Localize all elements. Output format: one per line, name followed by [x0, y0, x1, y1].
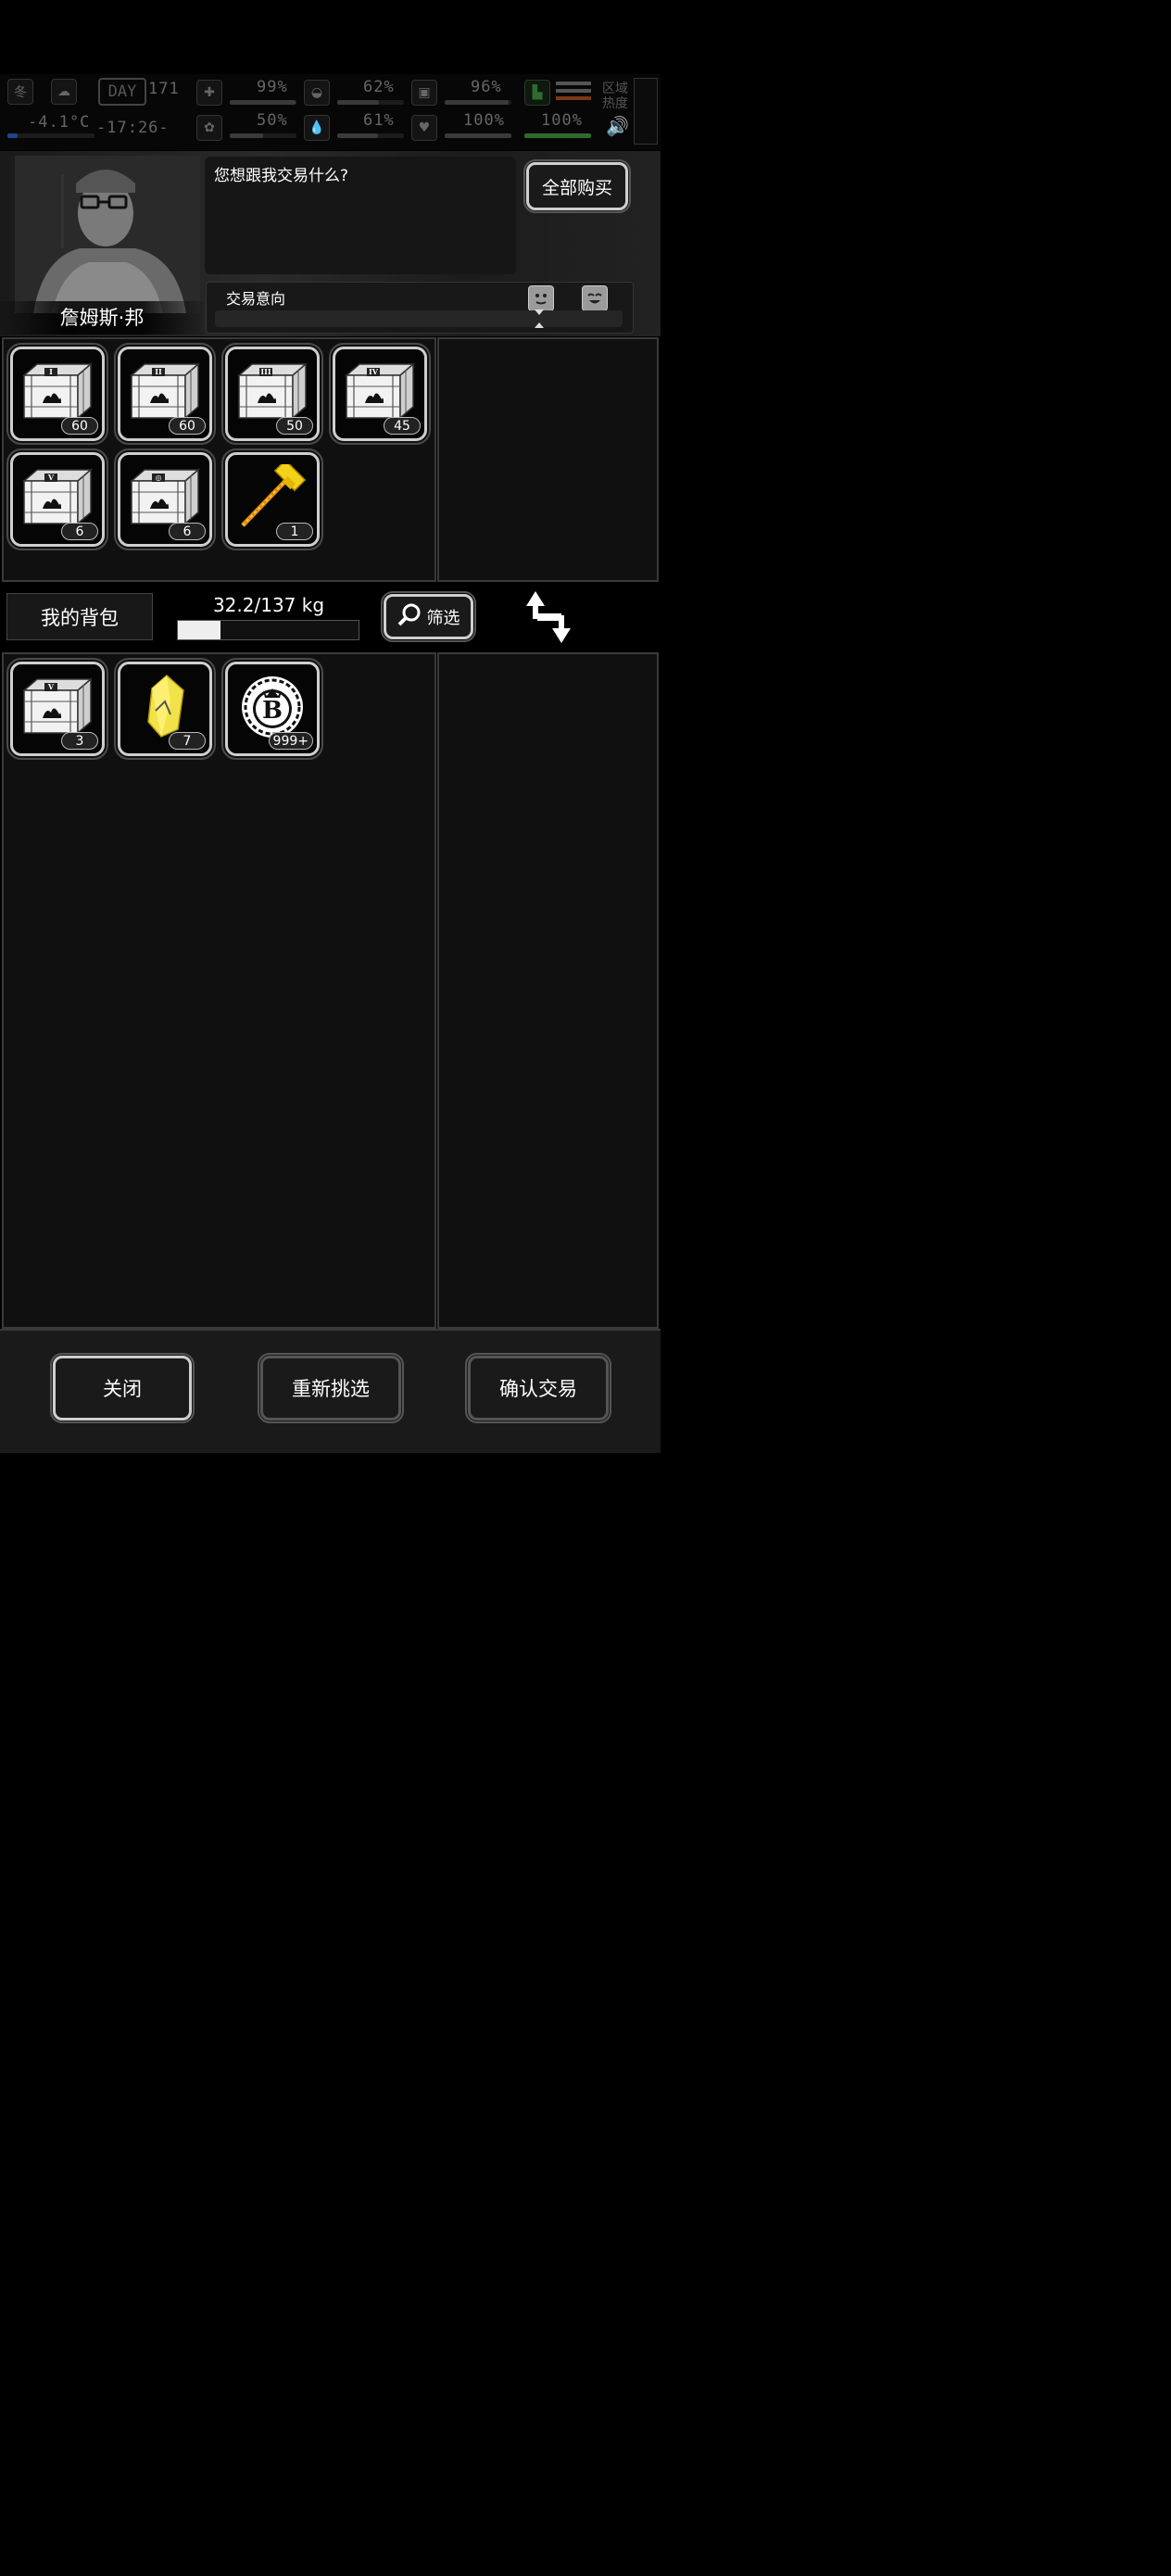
- thirst-bar: [337, 133, 404, 138]
- happy-face-icon: [582, 285, 608, 311]
- item-slot-supply-crate-2[interactable]: II 60: [114, 343, 216, 445]
- trade-intent-track: [215, 310, 623, 327]
- item-slot-special-crate[interactable]: ◎ 6: [114, 448, 216, 550]
- item-count-badge: 999+: [268, 732, 313, 750]
- special-crate-icon: ◎: [129, 468, 201, 525]
- bag-weight-text: 32.2/137 kg: [212, 594, 325, 616]
- speaker-icon[interactable]: 🔊: [606, 115, 629, 137]
- item-slot-supply-crate-5[interactable]: V3: [6, 658, 108, 760]
- reselect-button[interactable]: 重新挑选: [258, 1353, 404, 1423]
- item-count-badge: 6: [169, 523, 206, 540]
- region-heat-meter: [634, 78, 658, 145]
- svg-text:I: I: [49, 367, 53, 376]
- player-selected-panel: [437, 652, 659, 1329]
- item-count-badge: 3: [61, 732, 98, 750]
- weather-cloud-icon: ☁: [51, 79, 77, 105]
- trade-intent-marker: [534, 309, 545, 328]
- npc-portrait: [15, 156, 200, 313]
- heart-icon: ♥: [411, 115, 437, 141]
- water-drop-icon: 💧: [304, 115, 330, 141]
- supply-crate-5-icon: V: [21, 468, 94, 525]
- day-counter: 171: [148, 80, 180, 98]
- supply-crate-4-icon: IV: [344, 362, 416, 420]
- filter-button[interactable]: 筛选: [381, 591, 476, 642]
- item-slot-supply-crate-1[interactable]: I 60: [6, 343, 108, 445]
- stamina-bar: [524, 133, 591, 138]
- supply-crate-1-icon: I: [21, 362, 94, 420]
- svg-text:III: III: [260, 367, 271, 376]
- bag-weight-bar: [177, 620, 359, 640]
- bitcoin-coin-icon: B: [242, 676, 303, 738]
- confirm-trade-button[interactable]: 确认交易: [465, 1353, 611, 1423]
- item-slot-yellow-crystal[interactable]: 7: [114, 658, 216, 760]
- item-count-badge: 6: [61, 523, 98, 540]
- supply-crate-5-icon: V: [21, 677, 94, 735]
- boot-icon: ▙: [524, 80, 550, 106]
- merchant-selected-panel: [437, 337, 659, 582]
- filter-label: 筛选: [426, 608, 460, 628]
- item-slot-bitcoin-coin[interactable]: B 999+: [221, 658, 323, 760]
- supply-crate-3-icon: III: [236, 362, 308, 420]
- close-button[interactable]: 关闭: [50, 1353, 195, 1423]
- item-count-badge: 60: [169, 417, 206, 435]
- brain-icon: ✿: [196, 115, 222, 141]
- supply-crate-2-icon: II: [129, 362, 201, 420]
- temperature: -4.1°C: [28, 113, 91, 132]
- mood-value: 100%: [463, 111, 505, 130]
- energy-icon: ▣: [411, 80, 437, 106]
- hunger-bar: [337, 100, 404, 105]
- item-count-badge: 1: [276, 523, 313, 540]
- sanity-bar: [230, 133, 296, 138]
- trade-intent-label: 交易意向: [226, 290, 286, 308]
- season-icon: 冬: [7, 79, 33, 105]
- svg-text:◎: ◎: [156, 473, 162, 482]
- npc-name: 詹姆斯·邦: [0, 301, 204, 335]
- npc-dialog: 您想跟我交易什么?: [205, 157, 516, 274]
- svg-text:B: B: [262, 697, 283, 725]
- thirst-value: 61%: [363, 111, 395, 130]
- my-bag-tab[interactable]: 我的背包: [6, 593, 153, 640]
- game-clock: -17:26-: [96, 119, 170, 137]
- golden-hammer-icon: [241, 464, 307, 527]
- item-slot-supply-crate-4[interactable]: IV 45: [329, 343, 431, 445]
- item-slot-supply-crate-3[interactable]: III 50: [221, 343, 323, 445]
- stamina-value: 100%: [541, 111, 583, 130]
- svg-text:V: V: [47, 682, 55, 691]
- energy-bar: [445, 100, 511, 105]
- region-heat-label: 区域 热度: [602, 82, 628, 111]
- item-count-badge: 50: [276, 417, 313, 435]
- hunger-value: 62%: [363, 78, 395, 96]
- item-slot-golden-hammer[interactable]: 1: [221, 448, 323, 550]
- mood-bar: [445, 133, 511, 138]
- neutral-face-icon: [528, 285, 554, 311]
- energy-value: 96%: [471, 78, 502, 96]
- health-value: 99%: [257, 78, 288, 96]
- medical-kit-icon: ✚: [196, 80, 222, 106]
- stomach-icon: ◒: [304, 80, 330, 106]
- buy-all-button[interactable]: 全部购买: [523, 159, 631, 213]
- temperature-bar: [7, 133, 94, 138]
- item-count-badge: 7: [169, 732, 206, 750]
- day-label: DAY: [98, 78, 146, 106]
- sanity-value: 50%: [257, 111, 288, 130]
- item-slot-supply-crate-5[interactable]: V6: [6, 448, 108, 550]
- health-bar: [230, 100, 296, 105]
- swap-arrows-icon[interactable]: [524, 589, 574, 645]
- svg-text:II: II: [155, 367, 162, 376]
- item-count-badge: 45: [384, 417, 421, 435]
- region-heat-bars: [556, 82, 591, 104]
- svg-text:IV: IV: [369, 367, 379, 376]
- magnifier-icon: [397, 602, 422, 631]
- yellow-crystal-icon: [147, 675, 184, 738]
- svg-text:V: V: [47, 473, 55, 482]
- item-count-badge: 60: [61, 417, 98, 435]
